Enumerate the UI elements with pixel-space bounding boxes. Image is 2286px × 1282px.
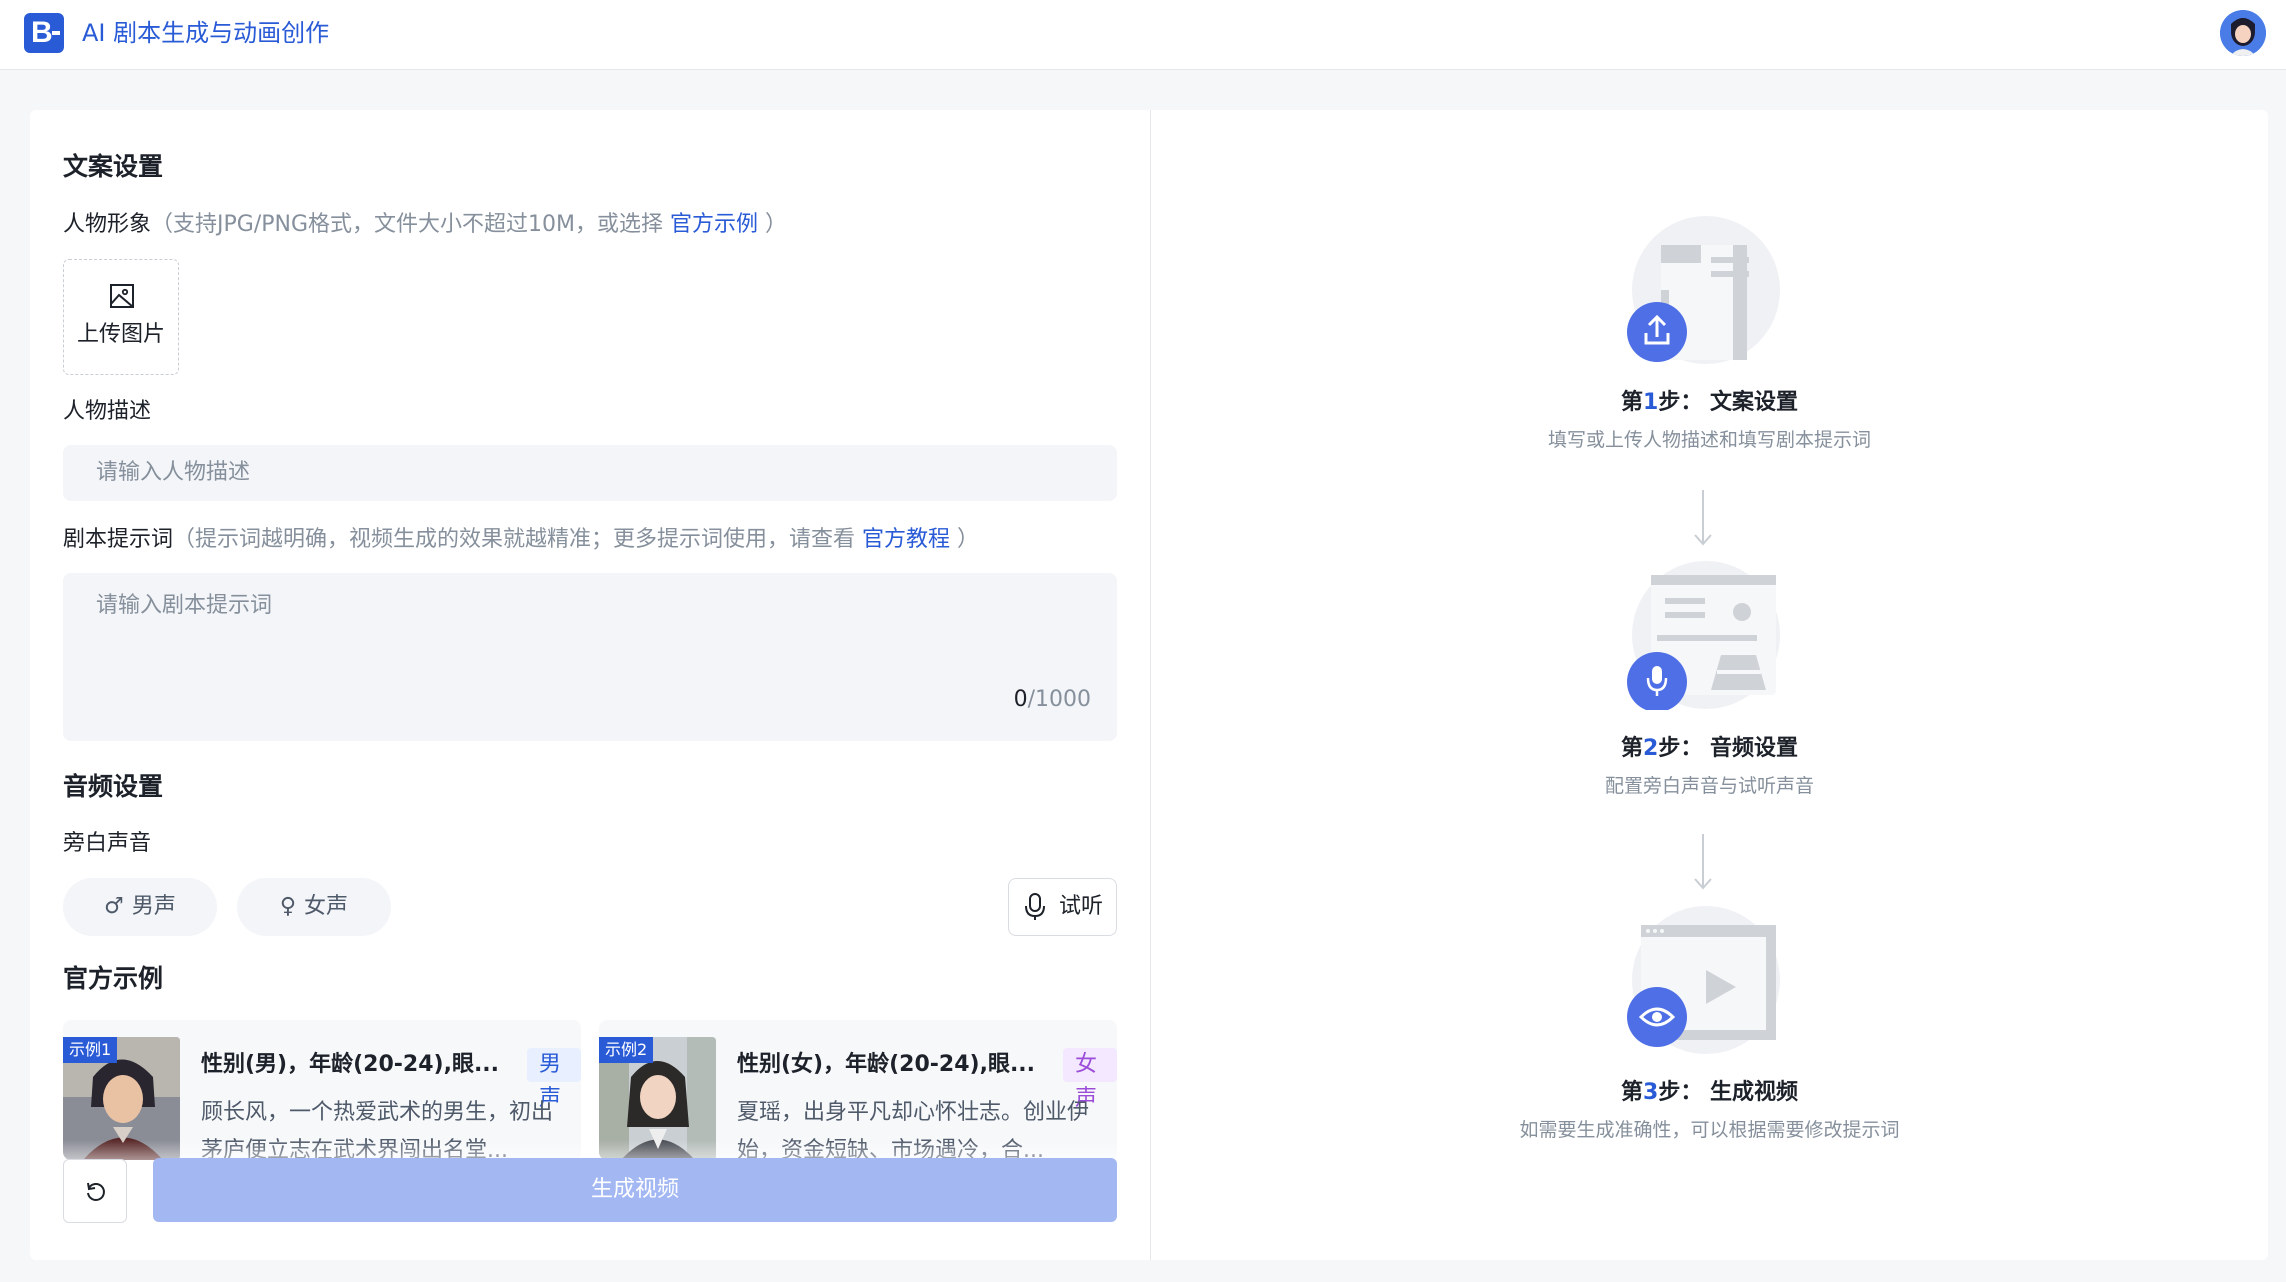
step3-illustration: [1627, 906, 1780, 1054]
female-voice-option[interactable]: ♀ 女声: [237, 878, 391, 936]
step3-title: 第3步： 生成视频: [1151, 1078, 2268, 1108]
prompt-label: 剧本提示词: [63, 527, 174, 552]
example-title: 性别(女)，年龄(20-24),眼...: [737, 1052, 1036, 1077]
reset-icon: [87, 1182, 105, 1201]
avatar-label-row: 人物形象（支持JPG/PNG格式，文件大小不超过10M，或选择 官方示例 ）: [63, 210, 787, 240]
audio-settings-title: 音频设置: [63, 772, 164, 801]
char-count-max: /1000: [1027, 687, 1091, 712]
step-number: 1: [1643, 390, 1659, 415]
avatar-label: 人物形象: [63, 212, 152, 237]
female-icon: ♀: [279, 894, 297, 919]
step1-illustration: [1627, 216, 1780, 364]
official-tutorial-link[interactable]: 官方教程: [862, 527, 950, 552]
step-prefix: 第: [1621, 736, 1644, 761]
prompt-hint: （提示词越明确，视频生成的效果就越精准；更多提示词使用，请查看: [173, 527, 856, 552]
step-label: 步： 生成视频: [1658, 1080, 1798, 1105]
user-avatar[interactable]: [2220, 10, 2266, 56]
male-voice-option[interactable]: ♂ 男声: [63, 878, 217, 936]
step2-desc: 配置旁白声音与试听声音: [1604, 775, 1814, 797]
image-icon: [110, 284, 134, 308]
app-title: AI 剧本生成与动画创作: [82, 19, 330, 47]
settings-panel: 文案设置 人物形象（支持JPG/PNG格式，文件大小不超过10M，或选择 官方示…: [30, 110, 1150, 1260]
step1-desc: 填写或上传人物描述和填写剧本提示词: [1547, 429, 1871, 451]
script-prompt-placeholder: 请输入剧本提示词: [96, 593, 273, 618]
prompt-hint-end: ）: [957, 527, 980, 552]
preview-audio-label: 试听: [1059, 894, 1104, 919]
avatar-hint: （支持JPG/PNG格式，文件大小不超过10M，或选择: [151, 212, 663, 237]
example-tag: 示例2: [599, 1037, 654, 1063]
arrow-down-icon: [1694, 490, 1712, 546]
microphone-icon: [1025, 893, 1045, 920]
female-voice-badge: 女声: [1063, 1048, 1117, 1111]
preview-audio-button[interactable]: 试听: [1008, 878, 1117, 936]
char-count-current: 0: [1013, 687, 1028, 712]
step-label: 步： 音频设置: [1658, 736, 1798, 761]
male-icon: ♂: [104, 894, 124, 919]
upload-image-button[interactable]: 上传图片: [63, 259, 179, 375]
step3-desc: 如需要生成准确性，可以根据需要修改提示词: [1519, 1119, 1900, 1141]
generate-video-button[interactable]: 生成视频: [153, 1158, 1117, 1222]
example-title: 性别(男)，年龄(20-24),眼...: [201, 1052, 500, 1077]
step2-illustration: [1627, 561, 1780, 710]
logo-letter: B: [31, 16, 53, 49]
copy-settings-title: 文案设置: [63, 152, 164, 181]
female-voice-label: 女声: [304, 894, 349, 919]
official-examples-title: 官方示例: [63, 964, 164, 993]
prompt-label-row: 剧本提示词（提示词越明确，视频生成的效果就越精准；更多提示词使用，请查看 官方教…: [63, 525, 979, 555]
narration-voice-label: 旁白声音: [63, 831, 152, 856]
reset-button[interactable]: [63, 1159, 127, 1223]
char-counter: 0/1000: [1014, 685, 1091, 715]
step-label: 步： 文案设置: [1658, 390, 1798, 415]
step2-title: 第2步： 音频设置: [1151, 734, 2268, 764]
script-prompt-textarea[interactable]: 请输入剧本提示词 0/1000: [63, 573, 1117, 741]
top-bar: B AI 剧本生成与动画创作: [0, 0, 2286, 70]
app-logo: B: [24, 13, 64, 53]
upload-image-label: 上传图片: [76, 322, 165, 347]
official-example-link[interactable]: 官方示例: [670, 212, 758, 237]
step-prefix: 第: [1621, 1080, 1644, 1105]
step1-title: 第1步： 文案设置: [1151, 388, 2268, 418]
step-number: 2: [1643, 736, 1659, 761]
example-card-1[interactable]: 示例1 性别(男)，年龄(20-24),眼... 男声 顾长风，一个热爱武术的男…: [63, 1020, 581, 1160]
steps-guide-panel: 第1步： 文案设置 填写或上传人物描述和填写剧本提示词 第2步： 音频设置 配置…: [1150, 110, 2268, 1260]
male-voice-label: 男声: [131, 894, 176, 919]
step-prefix: 第: [1621, 390, 1644, 415]
arrow-down-icon: [1694, 834, 1712, 890]
step-number: 3: [1643, 1080, 1659, 1105]
example-card-2[interactable]: 示例2 性别(女)，年龄(20-24),眼... 女声 夏瑶，出身平凡却心怀壮志…: [599, 1020, 1117, 1160]
character-desc-input[interactable]: 请输入人物描述: [63, 445, 1117, 501]
avatar-hint-end: ）: [765, 212, 788, 237]
character-desc-label: 人物描述: [63, 399, 152, 424]
avatar-image: [2220, 10, 2266, 56]
male-voice-badge: 男声: [527, 1048, 581, 1111]
example-tag: 示例1: [63, 1037, 118, 1063]
